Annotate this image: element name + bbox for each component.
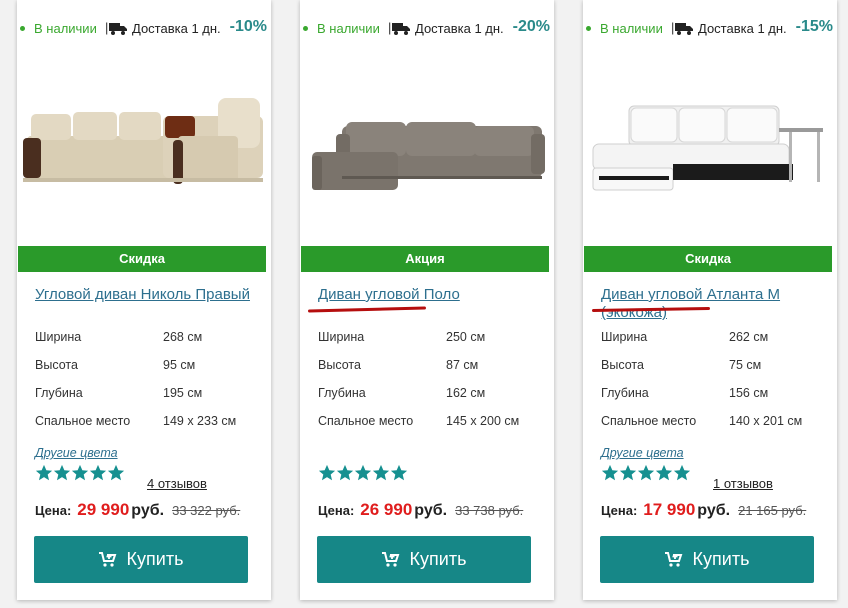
in-stock-status: В наличии — [583, 21, 663, 36]
discount-label: -20% — [512, 18, 550, 35]
truck-icon — [392, 23, 410, 35]
buy-button[interactable]: Купить — [600, 536, 814, 583]
spec-height: Высота 75 см — [601, 358, 762, 372]
price-block: Цена: 26 990 руб. 33 738 руб. — [318, 500, 524, 519]
specs-table: Ширина 250 см Высота 87 см Глубина 162 см С… — [318, 330, 548, 442]
old-price: 21 165 руб. — [738, 503, 807, 518]
buy-button[interactable]: Купить — [317, 536, 531, 583]
product-title-link[interactable]: Диван угловой Поло — [318, 286, 550, 304]
discount-label: -10% — [229, 18, 267, 35]
rating-stars[interactable] — [35, 464, 125, 482]
product-image[interactable] — [589, 76, 831, 206]
reviews-link[interactable]: 4 отзывов — [147, 476, 207, 491]
cart-add-icon — [381, 551, 399, 567]
cart-add-icon — [98, 551, 116, 567]
in-stock-dot-icon — [586, 26, 591, 31]
spec-width: Ширина 262 см — [601, 330, 769, 344]
truck-icon — [675, 23, 693, 35]
in-stock-status: В наличии — [300, 21, 380, 36]
other-colors-link[interactable]: Другие цвета — [601, 446, 684, 460]
product-title-link[interactable]: Диван угловой Атланта М (экокожа) — [601, 286, 833, 322]
promo-badge: Скидка — [18, 246, 266, 272]
star-icon — [336, 464, 354, 481]
old-price: 33 322 руб. — [172, 503, 241, 518]
other-colors-link[interactable]: Другие цвета — [35, 446, 118, 460]
availability-bar: В наличии | Доставка 1 дн. -10% — [17, 18, 271, 40]
product-card-1: В наличии | Доставка 1 дн. -10% Скидка У… — [17, 0, 271, 600]
star-icon — [673, 464, 691, 481]
product-card-3: В наличии | Доставка 1 дн. -15% Скидка Д… — [583, 0, 837, 600]
spec-height: Высота 87 см — [318, 358, 479, 372]
star-icon — [53, 464, 71, 481]
current-price: 26 990 — [360, 500, 413, 519]
rating-stars[interactable] — [318, 464, 408, 482]
delivery-info: Доставка 1 дн. — [675, 21, 787, 36]
delivery-info: Доставка 1 дн. — [392, 21, 504, 36]
truck-icon — [109, 23, 127, 35]
product-title-link[interactable]: Угловой диван Николь Правый — [35, 286, 267, 304]
spec-depth: Глубина 156 см — [601, 386, 769, 400]
spec-depth: Глубина 162 см — [318, 386, 486, 400]
delivery-info: Доставка 1 дн. — [109, 21, 221, 36]
discount-label: -15% — [795, 18, 833, 35]
availability-bar: В наличии | Доставка 1 дн. -20% — [300, 18, 554, 40]
star-icon — [107, 464, 125, 481]
price-block: Цена: 29 990 руб. 33 322 руб. — [35, 500, 241, 519]
star-icon — [354, 464, 372, 481]
product-image[interactable] — [306, 76, 548, 206]
star-icon — [655, 464, 673, 481]
promo-badge: Скидка — [584, 246, 832, 272]
star-icon — [372, 464, 390, 481]
reviews-link[interactable]: 1 отзывов — [713, 476, 773, 491]
star-icon — [619, 464, 637, 481]
in-stock-dot-icon — [20, 26, 25, 31]
promo-badge: Акция — [301, 246, 549, 272]
spec-sleeping: Спальное место 145 x 200 см — [318, 414, 520, 428]
star-icon — [390, 464, 408, 481]
cart-add-icon — [664, 551, 682, 567]
price-block: Цена: 17 990 руб. 21 165 руб. — [601, 500, 807, 519]
star-icon — [35, 464, 53, 481]
product-image[interactable] — [23, 76, 265, 206]
star-icon — [89, 464, 107, 481]
buy-button[interactable]: Купить — [34, 536, 248, 583]
spec-sleeping: Спальное место 140 x 201 см — [601, 414, 803, 428]
old-price: 33 738 руб. — [455, 503, 524, 518]
current-price: 17 990 — [643, 500, 696, 519]
spec-height: Высота 95 см — [35, 358, 196, 372]
spec-width: Ширина 268 см — [35, 330, 203, 344]
current-price: 29 990 — [77, 500, 130, 519]
rating-stars[interactable] — [601, 464, 691, 482]
star-icon — [71, 464, 89, 481]
in-stock-status: В наличии — [17, 21, 97, 36]
specs-table: Ширина 262 см Высота 75 см Глубина 156 см С… — [601, 330, 831, 442]
product-card-2: В наличии | Доставка 1 дн. -20% Акция Ди… — [300, 0, 554, 600]
spec-depth: Глубина 195 см — [35, 386, 203, 400]
star-icon — [637, 464, 655, 481]
in-stock-dot-icon — [303, 26, 308, 31]
specs-table: Ширина 268 см Высота 95 см Глубина 195 см С… — [35, 330, 265, 442]
star-icon — [601, 464, 619, 481]
spec-sleeping: Спальное место 149 x 233 см — [35, 414, 237, 428]
availability-bar: В наличии | Доставка 1 дн. -15% — [583, 18, 837, 40]
star-icon — [318, 464, 336, 481]
spec-width: Ширина 250 см — [318, 330, 486, 344]
